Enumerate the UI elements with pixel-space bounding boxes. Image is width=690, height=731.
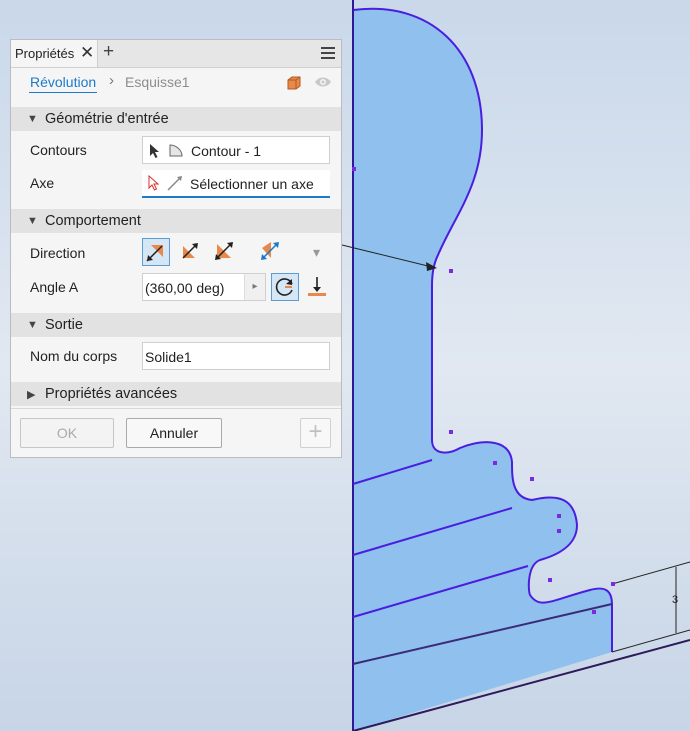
section-input-geometry[interactable]: ▼ Géométrie d'entrée: [11, 107, 341, 131]
section-title: Comportement: [45, 213, 141, 229]
direction-asymmetric-button[interactable]: [257, 238, 285, 266]
cursor-arrow-icon: [150, 144, 159, 158]
collapse-icon: ▼: [27, 215, 38, 227]
contours-field[interactable]: Contour - 1: [142, 136, 330, 164]
section-behavior[interactable]: ▼ Comportement: [11, 209, 341, 233]
axe-field[interactable]: Sélectionner un axe: [142, 170, 330, 198]
angle-label: Angle A: [30, 279, 79, 295]
breadcrumb-separator-icon: ›: [109, 72, 114, 89]
ok-button[interactable]: OK: [20, 418, 114, 448]
direction-symmetric-icon: [215, 242, 233, 260]
full-revolution-button[interactable]: [271, 273, 299, 301]
eye-icon[interactable]: [314, 75, 332, 89]
tab-proprietes[interactable]: Propriétés ✕: [11, 40, 98, 67]
body-name-input[interactable]: Solide1: [142, 342, 330, 370]
breadcrumb-esquisse[interactable]: Esquisse1: [125, 74, 190, 90]
apply-add-button[interactable]: +: [300, 418, 331, 448]
dimension-value[interactable]: 3: [672, 594, 678, 606]
axe-value: Sélectionner un axe: [190, 176, 314, 192]
section-title: Propriétés avancées: [45, 386, 178, 402]
section-advanced-properties[interactable]: ▶ Propriétés avancées: [11, 382, 341, 406]
direction-asymmetric-icon: [261, 242, 279, 260]
direction-default-button[interactable]: [142, 238, 170, 266]
contours-value: Contour - 1: [191, 143, 262, 159]
body-name-label: Nom du corps: [30, 348, 118, 364]
full-revolution-icon: [275, 278, 293, 296]
contours-label: Contours: [30, 142, 87, 158]
profile-shape-icon: [169, 144, 183, 157]
direction-label: Direction: [30, 245, 86, 261]
panel-tab-bar: Propriétés ✕ +: [11, 40, 341, 68]
direction-dropdown-icon[interactable]: ▾: [313, 244, 320, 261]
section-title: Géométrie d'entrée: [45, 111, 169, 127]
close-icon[interactable]: ✕: [80, 43, 94, 63]
hamburger-menu-icon[interactable]: [321, 47, 335, 59]
cancel-button[interactable]: Annuler: [126, 418, 222, 448]
to-termination-button[interactable]: [304, 273, 332, 301]
breadcrumb-revolution[interactable]: Révolution: [29, 74, 98, 93]
angle-menu-arrow-icon[interactable]: ▸: [244, 274, 265, 300]
section-output[interactable]: ▼ Sortie: [11, 313, 341, 337]
direction-flip-button[interactable]: [177, 238, 205, 266]
body-name-value: Solide1: [145, 349, 192, 365]
divider: [11, 408, 341, 409]
axe-label: Axe: [30, 175, 55, 191]
to-termination-icon: [308, 277, 326, 296]
breadcrumb: Révolution › Esquisse1: [11, 67, 341, 99]
add-tab-icon[interactable]: +: [103, 41, 114, 63]
properties-panel: Propriétés ✕ + Révolution › Esquisse1 ▼ …: [10, 39, 342, 458]
direction-flip-icon: [182, 243, 198, 259]
axis-icon: [167, 176, 182, 191]
cube-icon[interactable]: [286, 75, 302, 91]
tab-label: Propriétés: [15, 46, 75, 61]
direction-default-icon: [146, 245, 163, 262]
direction-symmetric-button[interactable]: [211, 238, 239, 266]
expand-icon: ▶: [27, 389, 36, 401]
select-arrow-icon: [148, 175, 160, 191]
angle-input[interactable]: (360,00 deg) ▸: [142, 273, 266, 301]
section-title: Sortie: [45, 317, 83, 333]
collapse-icon: ▼: [27, 113, 38, 125]
angle-value: (360,00 deg): [145, 280, 225, 296]
collapse-icon: ▼: [27, 319, 38, 331]
